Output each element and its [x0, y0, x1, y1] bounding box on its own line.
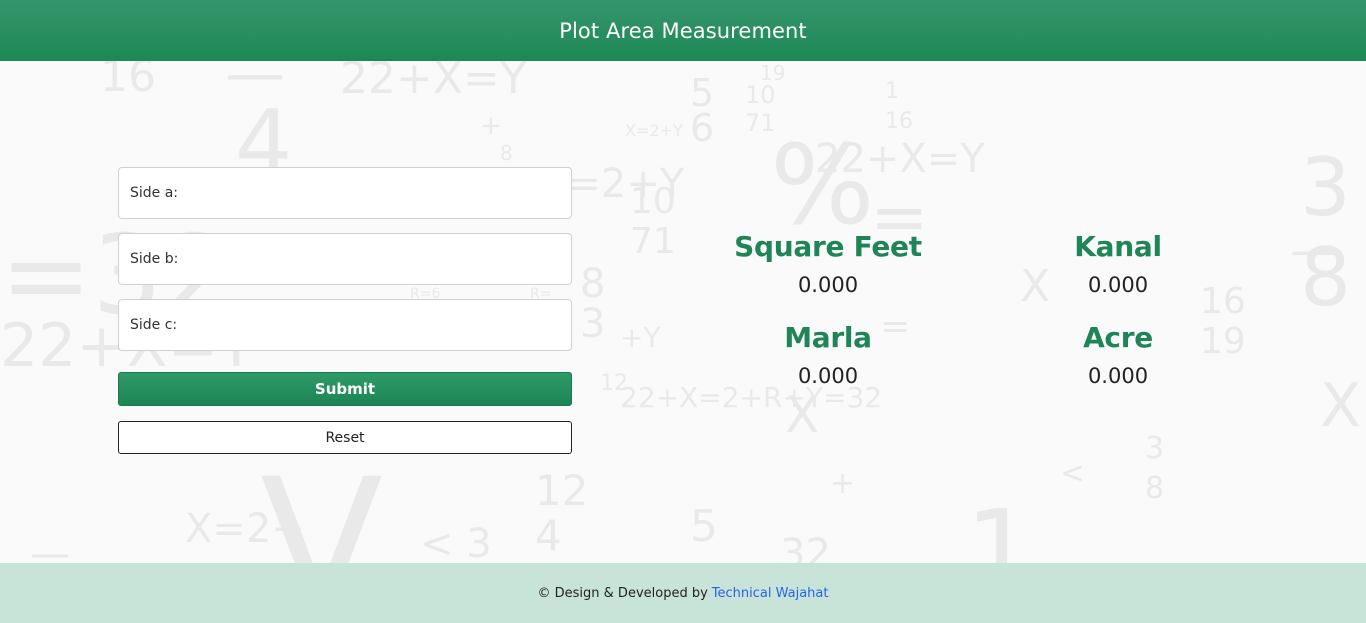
side-b-field[interactable]: Side b: — [118, 233, 572, 285]
measurement-form: Side a: Side b: Side c: Submit Reset — [118, 167, 572, 454]
result-acre: Acre 0.000 — [988, 322, 1248, 389]
page-title: Plot Area Measurement — [559, 18, 807, 43]
side-b-input[interactable] — [178, 234, 571, 284]
side-b-label: Side b: — [130, 251, 179, 267]
submit-button[interactable]: Submit — [118, 372, 572, 406]
side-c-label: Side c: — [130, 317, 178, 333]
side-a-label: Side a: — [130, 185, 179, 201]
footer: © Design & Developed by Technical Wajaha… — [0, 563, 1366, 623]
result-kanal: Kanal 0.000 — [988, 231, 1248, 298]
result-marla: Marla 0.000 — [698, 322, 958, 389]
kanal-value: 0.000 — [1087, 273, 1149, 297]
side-a-field[interactable]: Side a: — [118, 167, 572, 219]
footer-author-link[interactable]: Technical Wajahat — [712, 586, 829, 601]
marla-value: 0.000 — [797, 364, 859, 388]
side-a-input[interactable] — [178, 168, 571, 218]
square-feet-title: Square Feet — [734, 230, 922, 263]
acre-value: 0.000 — [1087, 364, 1149, 388]
acre-title: Acre — [1083, 321, 1153, 354]
reset-button[interactable]: Reset — [118, 421, 572, 454]
footer-credit-text: © Design & Developed by — [537, 585, 708, 601]
kanal-title: Kanal — [1074, 230, 1162, 263]
result-square-feet: Square Feet 0.000 — [698, 231, 958, 298]
header-bar: Plot Area Measurement — [0, 0, 1366, 61]
marla-title: Marla — [784, 321, 872, 354]
side-c-input[interactable] — [177, 300, 571, 350]
square-feet-value: 0.000 — [797, 273, 859, 297]
app-window: Plot Area Measurement 16 — 22+X=Y 4 5 6 … — [0, 0, 1366, 623]
side-c-field[interactable]: Side c: — [118, 299, 572, 351]
